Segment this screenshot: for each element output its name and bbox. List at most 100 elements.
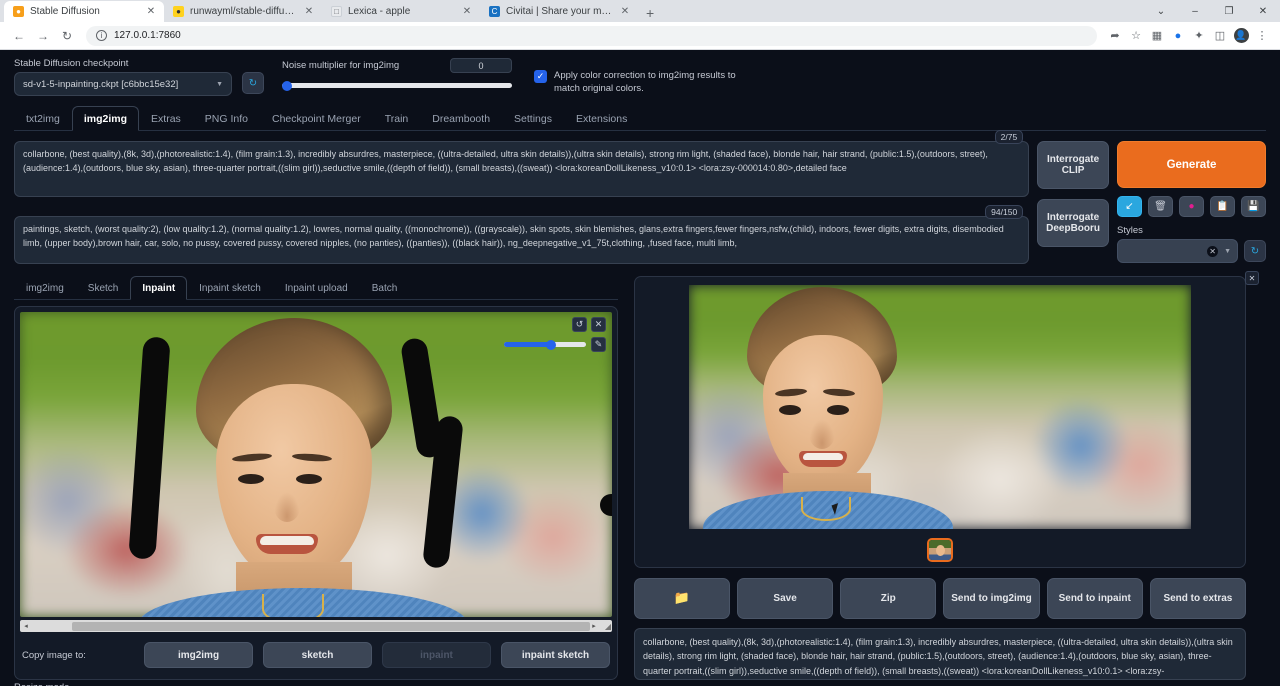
avatar[interactable]: 👤 [1231,26,1251,46]
scroll-left-icon[interactable]: ◂ [20,622,32,630]
close-window-icon[interactable]: ✕ [1246,0,1280,22]
maximize-icon[interactable]: ❐ [1212,0,1246,22]
gallery-thumbnail[interactable] [927,538,953,562]
interrogate-clip-button[interactable]: Interrogate CLIP [1037,141,1109,189]
tab-train[interactable]: Train [373,106,421,130]
clipboard-icon[interactable]: 📋 [1210,196,1235,217]
refresh-checkpoints-button[interactable]: ↻ [242,72,264,94]
screenshot-icon[interactable]: ▦ [1147,26,1167,46]
tab-search-icon[interactable]: ⌄ [1144,0,1178,22]
tab-extensions[interactable]: Extensions [564,106,639,130]
reload-icon[interactable]: ↻ [56,25,78,47]
subtab-inpaint-upload[interactable]: Inpaint upload [273,276,360,299]
styles-label: Styles [1117,225,1266,236]
new-tab-button[interactable]: + [638,6,662,22]
copy-to-inpaint-button: inpaint [382,642,491,668]
bookmark-star-icon[interactable]: ☆ [1126,26,1146,46]
inpaint-canvas[interactable]: ↺ ✕ ✎ [20,312,612,617]
subtab-sketch[interactable]: Sketch [76,276,131,299]
output-image[interactable] [689,285,1191,529]
output-photo-eye-right [827,405,849,415]
tab-png-info[interactable]: PNG Info [193,106,260,130]
positive-prompt-input[interactable]: collarbone, (best quality),(8k, 3d),(pho… [14,141,1029,197]
close-icon[interactable]: ✕ [619,6,631,17]
output-pane: ✕ [634,276,1246,686]
browser-tab-1[interactable]: ● runwayml/stable-diffusion-inpai ✕ [164,1,322,22]
save-style-icon[interactable]: 💾 [1241,196,1266,217]
subtab-img2img[interactable]: img2img [14,276,76,299]
sidepanel-icon[interactable]: ◫ [1210,26,1230,46]
generate-button[interactable]: Generate [1117,141,1266,188]
brush-size-slider[interactable] [504,342,586,347]
noise-multiplier-input[interactable]: 0 [450,58,512,73]
tab-img2img[interactable]: img2img [72,106,139,131]
slider-handle[interactable] [282,81,292,91]
send-to-img2img-button[interactable]: Send to img2img [943,578,1039,619]
undo-icon[interactable]: ↺ [572,317,587,332]
browser-tab-title: runwayml/stable-diffusion-inpai [190,6,297,17]
source-photo-mouth [256,534,318,554]
color-correction-group[interactable]: ✓ Apply color correction to img2img resu… [534,70,764,96]
img2img-subtab-bar: img2img Sketch Inpaint Inpaint sketch In… [14,276,618,300]
site-info-icon[interactable]: i [96,30,107,41]
save-button[interactable]: Save [737,578,833,619]
huggingface-icon: ● [173,6,184,17]
subtab-inpaint[interactable]: Inpaint [130,276,187,300]
subtab-inpaint-sketch[interactable]: Inpaint sketch [187,276,273,299]
brush-size-fill [504,342,550,347]
brush-icon[interactable]: ✎ [591,337,606,352]
browser-tab-2[interactable]: □ Lexica - apple ✕ [322,1,480,22]
back-icon[interactable]: ← [8,25,30,47]
noise-multiplier-label: Noise multiplier for img2img [282,60,399,71]
browser-tab-3[interactable]: C Civitai | Share your models ✕ [480,1,638,22]
close-icon[interactable]: ✕ [461,6,473,17]
send-to-inpaint-button[interactable]: Send to inpaint [1047,578,1143,619]
checkpoint-dropdown[interactable]: sd-v1-5-inpainting.ckpt [c6bbc15e32] ▼ [14,72,232,96]
brush-size-handle[interactable] [546,340,556,350]
puzzle-extension-icon[interactable]: ✦ [1189,26,1209,46]
tab-extras[interactable]: Extras [139,106,193,130]
share-icon[interactable]: ➦ [1105,26,1125,46]
arrow-up-paste-icon[interactable]: ↙ [1117,196,1142,217]
chevron-down-icon: ▼ [1224,248,1231,255]
copy-to-sketch-button[interactable]: sketch [263,642,372,668]
resize-grip-icon[interactable]: ◢ [605,622,611,631]
palette-icon[interactable]: ● [1179,196,1204,217]
close-icon[interactable]: ✕ [145,6,157,17]
close-icon[interactable]: ✕ [303,6,315,17]
send-to-extras-button[interactable]: Send to extras [1150,578,1246,619]
tab-settings[interactable]: Settings [502,106,564,130]
refresh-styles-button[interactable]: ↻ [1244,240,1266,262]
trash-icon[interactable]: 🗑 [1148,196,1173,217]
browser-tab-0[interactable]: ● Stable Diffusion ✕ [4,1,164,22]
forward-icon[interactable]: → [32,25,54,47]
prompt-inputs: 2/75 collarbone, (best quality),(8k, 3d)… [14,141,1029,264]
copy-to-inpaint-sketch-button[interactable]: inpaint sketch [501,642,610,668]
source-photo-eye-right [296,474,322,484]
zip-button[interactable]: Zip [840,578,936,619]
minimize-icon[interactable]: – [1178,0,1212,22]
address-bar[interactable]: i 127.0.0.1:7860 [86,26,1097,46]
interrogate-deepbooru-button[interactable]: Interrogate DeepBooru [1037,199,1109,247]
clear-canvas-icon[interactable]: ✕ [591,317,606,332]
source-photo-eye-left [238,474,264,484]
chrome-extension-blue-icon[interactable]: ● [1168,26,1188,46]
tab-checkpoint-merger[interactable]: Checkpoint Merger [260,106,373,130]
negative-prompt-input[interactable]: paintings, sketch, (worst quality:2), (l… [14,216,1029,264]
clear-styles-icon[interactable]: ✕ [1207,246,1218,257]
copy-to-img2img-button[interactable]: img2img [144,642,253,668]
canvas-horizontal-scrollbar[interactable]: ◂ ▸ ◢ [20,620,612,632]
styles-dropdown[interactable]: ✕ ▼ [1117,239,1238,263]
close-output-icon[interactable]: ✕ [1245,271,1259,285]
tab-dreambooth[interactable]: Dreambooth [420,106,502,130]
scrollbar-thumb[interactable] [72,622,590,631]
lexica-icon: □ [331,6,342,17]
tab-txt2img[interactable]: txt2img [14,106,72,130]
browser-menu-icon[interactable]: ⋮ [1252,26,1272,46]
noise-multiplier-slider[interactable] [282,83,512,88]
color-correction-checkbox[interactable]: ✓ [534,70,547,83]
scroll-right-icon[interactable]: ▸ [588,622,600,630]
open-folder-button[interactable]: 📁 [634,578,730,619]
subtab-batch[interactable]: Batch [360,276,410,299]
output-photo-eye-left [779,405,801,415]
